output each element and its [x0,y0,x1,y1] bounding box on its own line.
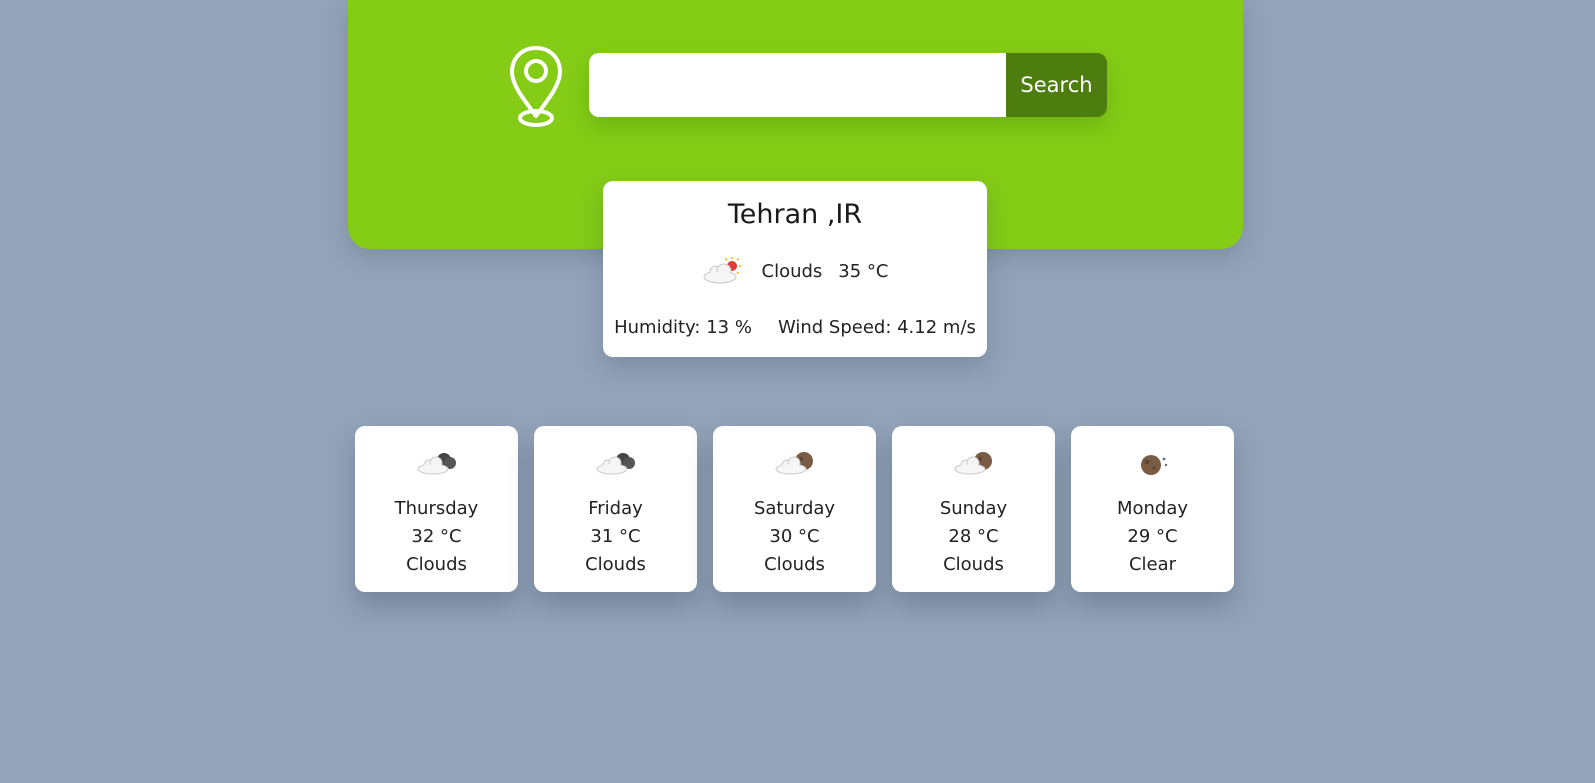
forecast-list: Thursday 32 °C Clouds Friday 31 °C Cloud… [355,426,1234,592]
forecast-condition: Clouds [764,554,825,575]
cloud-moon-icon [713,450,876,476]
wind-speed-value: Wind Speed: 4.12 m/s [777,317,976,338]
forecast-day: Thursday [394,498,479,519]
city-search-input[interactable] [589,53,1006,117]
forecast-day: Sunday [939,498,1008,519]
forecast-temperature: 31 °C [590,526,641,547]
cloud-moon-icon [892,450,1055,476]
forecast-temperature: 32 °C [411,526,462,547]
forecast-condition: Clear [1128,554,1177,575]
forecast-temperature: 28 °C [948,526,999,547]
forecast-card: Friday 31 °C Clouds [534,426,697,592]
forecast-card: Monday 29 °C Clear [1071,426,1234,592]
forecast-day: Monday [1116,498,1189,519]
current-weather-card: Tehran ,IR Clouds 35 °C Humidity: 13 % W… [603,181,987,357]
forecast-day: Saturday [753,498,836,519]
search-button[interactable]: Search [1006,53,1107,117]
weather-app: Search Tehran ,IR Clouds 35 °C Humidity:… [0,0,1595,783]
current-condition: Clouds [761,260,823,282]
current-details: Humidity: 13 % Wind Speed: 4.12 m/s [603,317,987,338]
forecast-temperature: 30 °C [769,526,820,547]
humidity-value: Humidity: 13 % [614,317,752,338]
search-bar: Search [589,53,1107,117]
current-conditions: Clouds 35 °C [603,257,987,285]
moon-icon [1071,450,1234,476]
city-name: Tehran ,IR [727,199,863,230]
forecast-card: Thursday 32 °C Clouds [355,426,518,592]
forecast-condition: Clouds [406,554,467,575]
cloud-night-icon [355,450,518,476]
forecast-card: Saturday 30 °C Clouds [713,426,876,592]
forecast-card: Sunday 28 °C Clouds [892,426,1055,592]
forecast-day: Friday [588,498,643,519]
current-temperature: 35 °C [838,260,889,282]
location-pin-icon [510,46,562,127]
forecast-condition: Clouds [585,554,646,575]
forecast-condition: Clouds [943,554,1004,575]
forecast-temperature: 29 °C [1127,526,1178,547]
cloud-night-icon [534,450,697,476]
cloud-sun-icon [702,257,742,285]
